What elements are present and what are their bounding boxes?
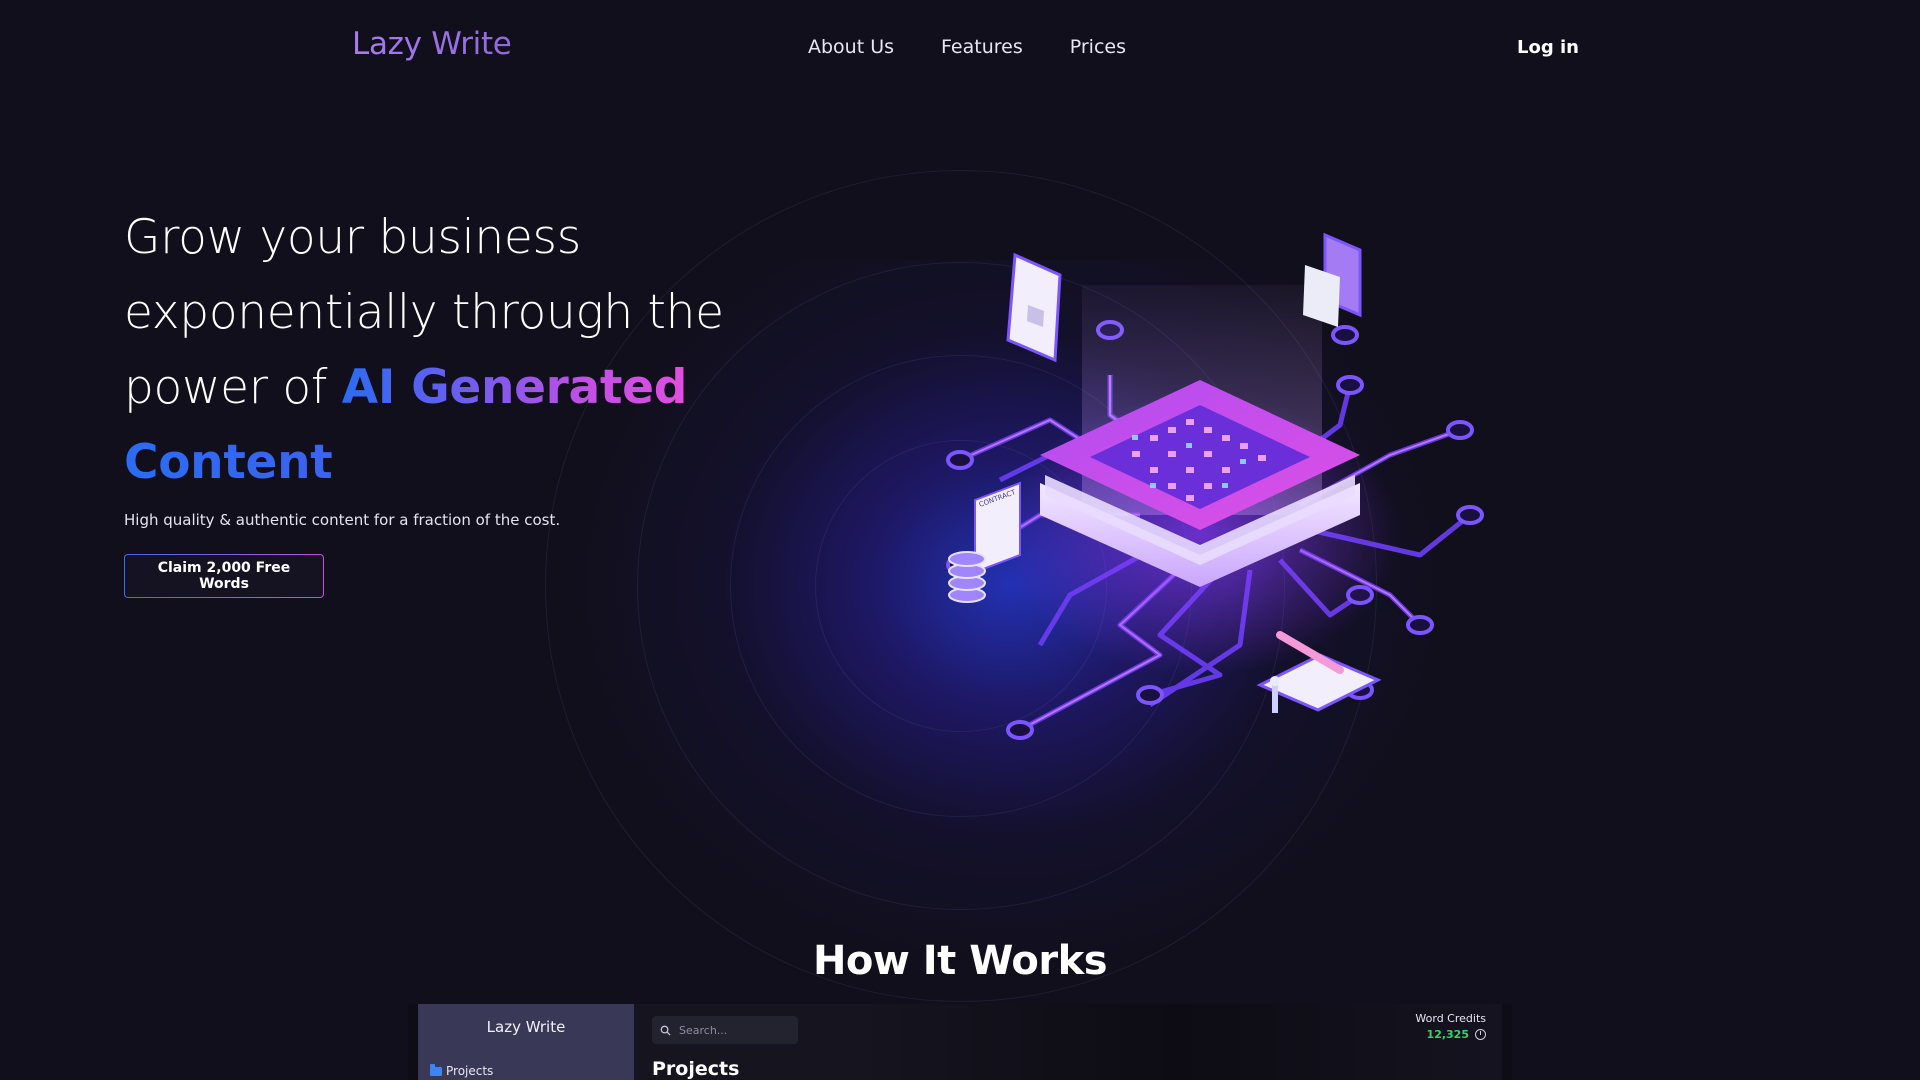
app-page-title: Projects bbox=[652, 1058, 740, 1080]
word-credits: Word Credits 12,325 bbox=[1415, 1012, 1486, 1041]
nav-about-us[interactable]: About Us bbox=[808, 36, 894, 58]
ai-chip-illustration: CONTRACT bbox=[946, 232, 1484, 740]
nav-features[interactable]: Features bbox=[941, 36, 1023, 58]
word-credits-value: 12,325 bbox=[1426, 1028, 1469, 1041]
folder-icon bbox=[430, 1063, 442, 1076]
nav-prices[interactable]: Prices bbox=[1070, 36, 1126, 58]
app-preview: Lazy Write Projects Projects Word Credit… bbox=[408, 1004, 1512, 1080]
sidebar-item-label: Projects bbox=[446, 1064, 494, 1078]
document-icon bbox=[1006, 252, 1062, 363]
hero-subtitle: High quality & authentic content for a f… bbox=[124, 511, 561, 529]
hero-title: Grow your business exponentially through… bbox=[124, 200, 744, 500]
database-icon bbox=[948, 551, 986, 603]
phone-icon bbox=[1303, 232, 1362, 327]
search-input[interactable] bbox=[677, 1022, 791, 1038]
clock-icon[interactable] bbox=[1475, 1029, 1486, 1040]
main-nav: About Us Features Prices bbox=[808, 36, 1126, 58]
login-link[interactable]: Log in bbox=[1517, 37, 1579, 58]
app-search-box[interactable] bbox=[652, 1016, 798, 1044]
word-credits-value-row: 12,325 bbox=[1415, 1028, 1486, 1041]
search-icon bbox=[660, 1025, 671, 1036]
site-logo[interactable]: Lazy Write bbox=[352, 26, 512, 62]
sidebar-item-projects[interactable]: Projects bbox=[430, 1063, 494, 1078]
how-it-works-title: How It Works bbox=[812, 938, 1108, 984]
hero-title-highlight-2: Content bbox=[124, 435, 333, 490]
app-sidebar: Lazy Write Projects bbox=[418, 1004, 634, 1080]
app-logo[interactable]: Lazy Write bbox=[418, 1018, 634, 1036]
hero-title-highlight: AI Generated bbox=[341, 360, 688, 415]
word-credits-label: Word Credits bbox=[1415, 1012, 1486, 1025]
claim-free-words-button[interactable]: Claim 2,000 Free Words bbox=[124, 554, 324, 598]
